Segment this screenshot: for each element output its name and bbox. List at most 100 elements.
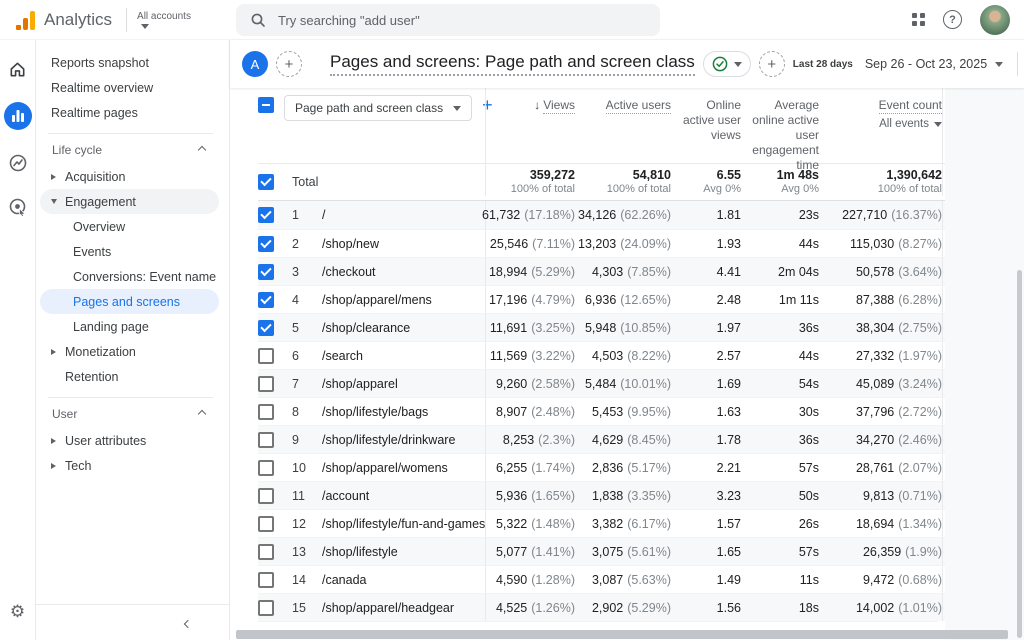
event-count-cell: 37,796(2.72%) [819,398,943,425]
sidebar-item-tech[interactable]: Tech [40,453,219,478]
views-cell: 11,691(3.25%) [485,314,575,341]
views-cell: 4,590(1.28%) [485,566,575,593]
advertising-icon[interactable] [7,196,29,218]
sidebar-item-user-attributes[interactable]: User attributes [40,428,219,453]
search-icon [250,12,266,28]
data-table: Page path and screen class + ↓Views Acti… [230,88,945,640]
avg-engagement-time-cell: 44s [741,230,819,257]
sidebar-item-retention[interactable]: Retention [40,364,219,389]
row-checkbox[interactable] [258,348,274,364]
topbar-actions: ? [912,5,1010,35]
column-header-online-active-user-views[interactable]: Online active user views [671,88,741,173]
column-header-active-users[interactable]: Active users [575,88,671,173]
row-checkbox[interactable] [258,600,274,616]
admin-gear-icon[interactable]: ⚙ [10,602,25,622]
sidebar-item-reports-snapshot[interactable]: Reports snapshot [40,50,219,75]
row-checkbox[interactable] [258,432,274,448]
avatar[interactable] [980,5,1010,35]
sidebar-item-overview[interactable]: Overview [40,214,219,239]
sidebar-item-life-cycle[interactable]: Life cycle [40,136,219,164]
active-users-cell: 3,087(5.63%) [575,566,671,593]
sidebar-item-user[interactable]: User [40,400,219,428]
row-checkbox[interactable] [258,320,274,336]
row-checkbox[interactable] [258,572,274,588]
select-all-checkbox[interactable] [258,97,274,113]
page-path: /shop/apparel/headgear [322,601,485,615]
explore-icon[interactable] [7,152,29,174]
online-active-user-views-cell: 1.93 [671,230,741,257]
event-filter-dropdown[interactable]: All events [879,117,942,132]
table-row: 13 /shop/lifestyle 5,077(1.41%) 3,075(5.… [258,537,945,565]
help-icon[interactable]: ? [943,10,962,29]
report-title[interactable]: Pages and screens: Page path and screen … [330,52,695,76]
row-index: 14 [292,573,322,587]
totals-checkbox[interactable] [258,174,274,190]
sidebar-item-events[interactable]: Events [40,239,219,264]
workspace-avatar[interactable]: A [242,51,268,77]
table-row: 6 /search 11,569(3.22%) 4,503(8.22%) 2.5… [258,341,945,369]
row-checkbox[interactable] [258,207,274,223]
table-row: 8 /shop/lifestyle/bags 8,907(2.48%) 5,45… [258,397,945,425]
column-header-avg-engagement-time[interactable]: Average online active user engagement ti… [741,88,819,173]
row-checkbox[interactable] [258,516,274,532]
online-active-user-views-cell: 1.56 [671,594,741,621]
horizontal-scrollbar[interactable] [236,630,1008,639]
row-index: 10 [292,461,322,475]
row-index: 12 [292,517,322,531]
row-checkbox[interactable] [258,544,274,560]
add-report-button[interactable]: + [759,51,785,77]
analytics-logo-icon [16,10,35,30]
row-checkbox[interactable] [258,460,274,476]
row-checkbox[interactable] [258,236,274,252]
report-header-right: Last 28 days Sep 26 - Oct 23, 2025 [793,52,1024,76]
row-checkbox[interactable] [258,264,274,280]
event-count-cell: 34,270(2.46%) [819,426,943,453]
sidebar-item-acquisition[interactable]: Acquisition [40,164,219,189]
avg-engagement-time-cell: 36s [741,314,819,341]
active-users-cell: 5,948(10.85%) [575,314,671,341]
search-input[interactable]: Try searching "add user" [236,4,660,36]
row-checkbox[interactable] [258,488,274,504]
vertical-scrollbar[interactable] [1017,270,1022,638]
column-header-event-count[interactable]: Event count All events [819,88,943,173]
online-active-user-views-cell: 1.97 [671,314,741,341]
dimension-selector[interactable]: Page path and screen class [284,95,472,121]
home-icon[interactable] [7,58,29,80]
page-path: /checkout [322,265,485,279]
sidebar-item-pages-and-screens[interactable]: Pages and screens [40,289,219,314]
nav-rail: ⚙ [0,40,36,640]
collapse-sidebar-button[interactable] [185,616,191,630]
expand-arrow-icon [51,199,65,204]
reports-icon[interactable] [4,102,32,130]
online-active-user-views-cell: 1.65 [671,538,741,565]
account-switcher[interactable]: All accounts [137,11,191,29]
active-users-cell: 3,075(5.61%) [575,538,671,565]
row-checkbox[interactable] [258,376,274,392]
add-workspace-button[interactable]: + [276,51,302,77]
sidebar-item-realtime-pages[interactable]: Realtime pages [40,100,219,125]
row-checkbox[interactable] [258,404,274,420]
sidebar-item-landing-page[interactable]: Landing page [40,314,219,339]
page-path: /shop/lifestyle/drinkware [322,433,485,447]
date-range-preset: Last 28 days [793,59,853,70]
sidebar-item-engagement[interactable]: Engagement [40,189,219,214]
sidebar-item-realtime-overview[interactable]: Realtime overview [40,75,219,100]
avg-engagement-time-cell: 23s [741,201,819,229]
apps-grid-icon[interactable] [912,13,925,26]
row-checkbox[interactable] [258,292,274,308]
report-status-pill[interactable] [703,51,751,77]
sidebar-item-monetization[interactable]: Monetization [40,339,219,364]
date-range-selector[interactable]: Sep 26 - Oct 23, 2025 [865,57,987,71]
row-index: 5 [292,321,322,335]
row-index: 3 [292,265,322,279]
active-users-cell: 4,503(8.22%) [575,342,671,369]
column-header-views[interactable]: ↓Views [485,88,575,173]
page-path: /canada [322,573,485,587]
row-index: 8 [292,405,322,419]
active-users-cell: 2,902(5.29%) [575,594,671,621]
views-cell: 5,322(1.48%) [485,510,575,537]
page-path: /search [322,349,485,363]
table-row: 4 /shop/apparel/mens 17,196(4.79%) 6,936… [258,285,945,313]
sidebar-item-conversions-event-name[interactable]: Conversions: Event name [40,264,219,289]
table-row: 12 /shop/lifestyle/fun-and-games 5,322(1… [258,509,945,537]
